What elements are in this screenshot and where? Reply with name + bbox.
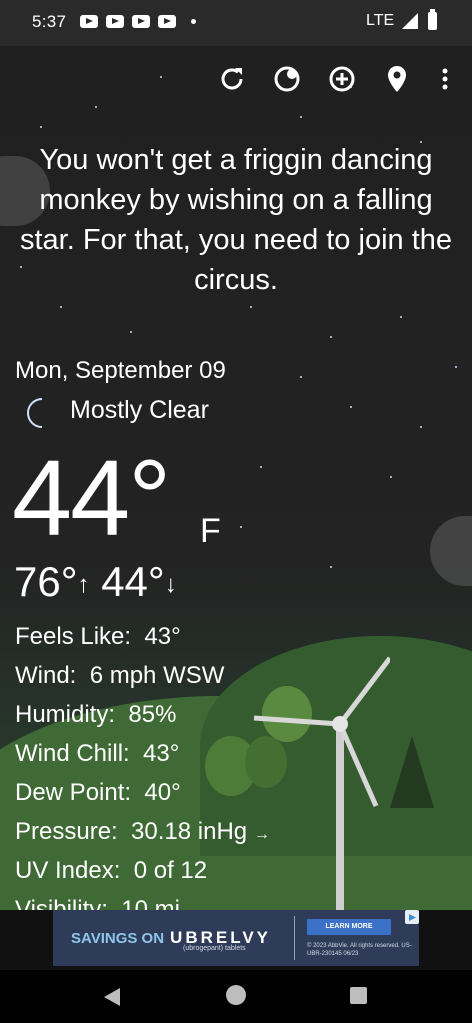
high-temperature: 76°: [14, 558, 78, 605]
home-icon[interactable]: [226, 985, 246, 1005]
ad-banner[interactable]: SAVINGS ON UBRELVY (ubrogepant) tablets …: [53, 910, 419, 966]
current-temperature: 44°: [12, 437, 171, 558]
signal-icon: [402, 13, 418, 29]
youtube-notification-icon: [132, 15, 150, 28]
theme-icon[interactable]: [270, 62, 304, 96]
arrow-up-icon: ↑: [77, 570, 90, 598]
arrow-down-icon: ↓: [164, 570, 177, 598]
more-options-icon[interactable]: [430, 62, 460, 96]
back-icon[interactable]: [104, 988, 120, 1006]
quote-text: You won't get a friggin dancing monkey b…: [19, 144, 453, 296]
detail-humidity: Humidity: 85%: [15, 701, 177, 728]
detail-feels-like: Feels Like: 43°: [15, 623, 181, 650]
detail-wind-chill: Wind Chill: 43°: [15, 740, 180, 767]
detail-visibility: Visibility: 10 mi: [15, 896, 180, 910]
detail-wind: Wind: 6 mph WSW: [15, 662, 225, 689]
condition-text: Mostly Clear: [70, 396, 209, 424]
more-notifications-icon: [191, 19, 196, 24]
refresh-icon[interactable]: [215, 62, 249, 96]
recent-apps-icon[interactable]: [350, 987, 367, 1004]
detail-pressure: Pressure: 30.18 inHg →: [15, 818, 270, 845]
status-bar: 5:37 LTE: [0, 0, 472, 46]
add-location-icon[interactable]: [325, 62, 359, 96]
forecast-date: Mon, September 09: [15, 357, 226, 384]
youtube-notification-icon: [158, 15, 176, 28]
detail-uv-index: UV Index: 0 of 12: [15, 857, 208, 884]
youtube-notification-icon: [106, 15, 124, 28]
battery-icon: [428, 9, 437, 30]
detail-dew-point: Dew Point: 40°: [15, 779, 181, 806]
ad-legal-text: © 2023 AbbVie. All rights reserved. US-U…: [307, 943, 412, 957]
ad-choices-icon[interactable]: [405, 910, 419, 924]
temperature-unit: F: [200, 512, 221, 550]
high-low-temperatures: 76°↑ 44°↓: [14, 558, 177, 606]
windmill: [253, 656, 390, 910]
location-pin-icon[interactable]: [380, 62, 414, 96]
network-type: LTE: [366, 12, 395, 29]
low-temperature: 44°: [101, 558, 165, 605]
pressure-trend-icon: →: [253, 826, 270, 843]
status-time: 5:37: [32, 12, 67, 31]
youtube-notification-icon: [80, 15, 98, 28]
moon-icon: [22, 396, 52, 430]
ad-learn-more-button[interactable]: LEARN MORE: [307, 919, 391, 935]
ad-headline: SAVINGS ON UBRELVY: [70, 928, 272, 947]
